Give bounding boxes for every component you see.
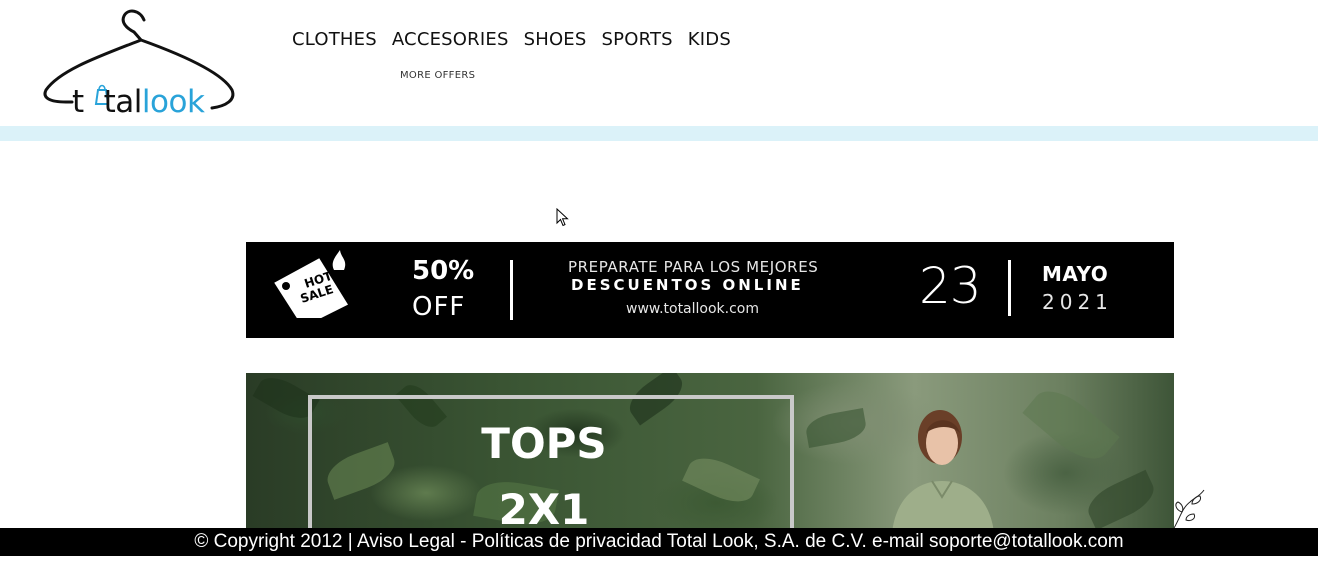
nav-sports[interactable]: SPORTS [602,28,673,52]
banner-date-month: MAYO [1042,262,1109,286]
logo-wordmark: t tallook [72,84,205,120]
divider-bar [510,260,513,320]
tops-deal: 2X1 [498,485,590,528]
mouse-cursor-icon [556,207,570,233]
nav-clothes[interactable]: CLOTHES [292,28,377,52]
site-header: t tallook CLOTHES ACCESORIES SHOES SPORTS… [0,0,1318,126]
main-nav: CLOTHES ACCESORIES SHOES SPORTS KIDS [292,28,731,52]
logo-text-tal: tal [103,84,143,120]
hot-sale-banner[interactable]: HOT SALE 50% OFF PREPARATE PARA LOS MEJO… [246,242,1174,338]
nav-kids[interactable]: KIDS [688,28,731,52]
header-divider-stripe [0,126,1318,141]
totallook-logo[interactable]: t tallook [40,6,240,121]
floral-decoration-icon [1173,489,1205,529]
site-footer: © Copyright 2012 | Aviso Legal - Polític… [0,528,1318,556]
hot-sale-tag-icon: HOT SALE [274,250,349,318]
tops-title: TOPS [481,419,607,468]
nav-accesories[interactable]: ACCESORIES [392,28,509,52]
banner-date-day: 23 [919,257,982,315]
logo-text-t: t [72,84,84,120]
banner-website: www.totallook.com [626,301,760,317]
discount-percent: 50% [412,256,475,286]
footer-copyright: © Copyright 2012 | Aviso Legal - Polític… [194,531,1124,552]
tops-2x1-banner[interactable]: TOPS 2X1 [246,373,1174,528]
divider-bar [1008,260,1011,316]
model-photo [892,410,994,528]
more-offers-link[interactable]: MORE OFFERS [400,70,475,81]
discount-off: OFF [412,292,466,322]
nav-shoes[interactable]: SHOES [524,28,587,52]
banner-headline: PREPARATE PARA LOS MEJORES [568,258,819,276]
banner-date-year: 2021 [1042,290,1113,314]
logo-text-look: look [141,84,205,120]
banner-subheadline: DESCUENTOS ONLINE [571,276,804,294]
